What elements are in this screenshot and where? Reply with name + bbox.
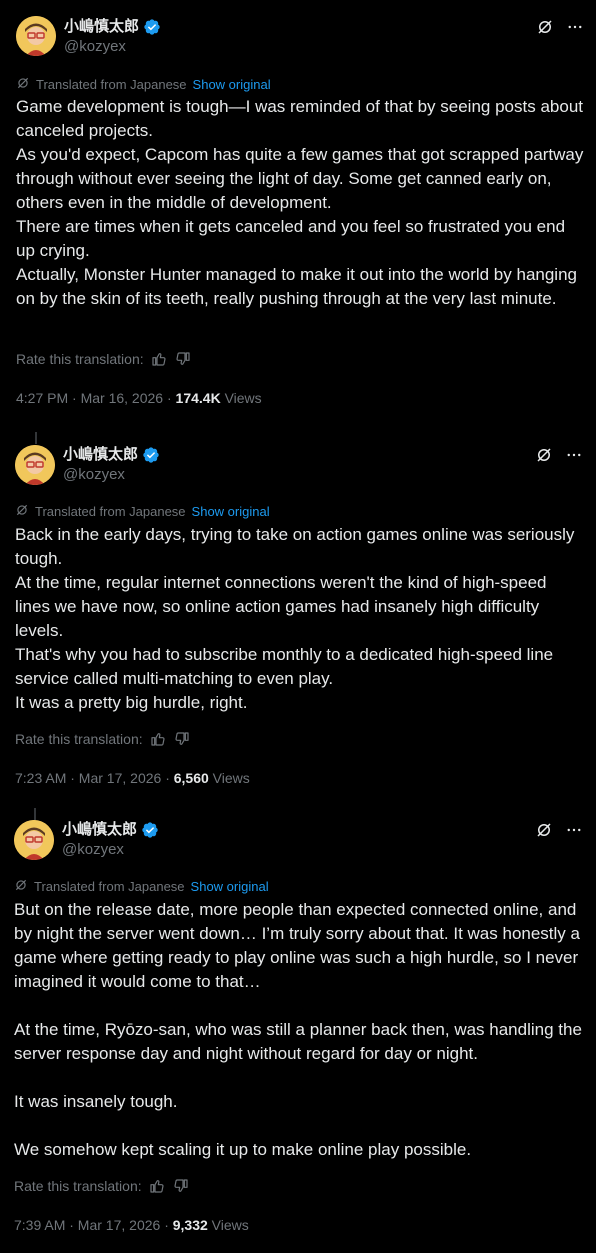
display-name[interactable]: 小嶋慎太郎 xyxy=(63,445,138,465)
translated-label: Translated from Japanese xyxy=(35,504,186,519)
handle[interactable]: @kozyex xyxy=(64,37,126,57)
views-label: Views xyxy=(208,770,250,786)
thumbs-up-icon[interactable] xyxy=(148,1177,166,1195)
tweet-paragraph: Back in the early days, trying to take o… xyxy=(15,525,575,568)
thumbs-up-icon[interactable] xyxy=(149,730,167,748)
avatar[interactable] xyxy=(15,445,55,485)
views-label: Views xyxy=(220,390,262,406)
thumbs-down-icon[interactable] xyxy=(172,1177,190,1195)
tweet-paragraph: As you'd expect, Capcom has quite a few … xyxy=(16,145,584,212)
handle[interactable]: @kozyex xyxy=(62,840,124,860)
display-name[interactable]: 小嶋慎太郎 xyxy=(62,820,137,840)
tweet-text: But on the release date, more people tha… xyxy=(14,898,584,1162)
grok-icon[interactable] xyxy=(535,821,553,839)
more-icon[interactable] xyxy=(565,446,583,464)
views-count: 174.4K xyxy=(175,390,221,406)
timestamp[interactable]: 7:23 AM · Mar 17, 2026 · xyxy=(15,770,174,786)
translate-icon xyxy=(15,503,29,521)
tweet-1[interactable]: 小嶋慎太郎 @kozyex Translated from Japanese S… xyxy=(0,0,596,430)
tweet-text: Back in the early days, trying to take o… xyxy=(15,523,585,715)
views-count: 6,560 xyxy=(173,770,209,786)
translated-label: Translated from Japanese xyxy=(36,77,187,92)
timestamp[interactable]: 4:27 PM · Mar 16, 2026 · xyxy=(16,390,176,406)
tweet-paragraph: But on the release date, more people tha… xyxy=(14,900,580,991)
grok-icon[interactable] xyxy=(536,18,554,36)
tweet-paragraph-spacer xyxy=(14,1066,584,1090)
translate-icon xyxy=(16,76,30,94)
more-icon[interactable] xyxy=(566,18,584,36)
display-name[interactable]: 小嶋慎太郎 xyxy=(64,17,139,37)
thumbs-down-icon[interactable] xyxy=(173,730,191,748)
avatar[interactable] xyxy=(14,820,54,860)
more-icon[interactable] xyxy=(565,821,583,839)
tweet-paragraph: It was insanely tough. xyxy=(14,1092,178,1111)
show-original-link[interactable]: Show original xyxy=(192,504,270,520)
translated-label: Translated from Japanese xyxy=(34,879,185,894)
tweet-paragraph: It was a pretty big hurdle, right. xyxy=(15,693,248,712)
tweet-2[interactable]: 小嶋慎太郎 @kozyex Translated from Japanese S… xyxy=(0,430,596,810)
tweet-meta[interactable]: 7:23 AM · Mar 17, 2026 · 6,560 Views xyxy=(15,769,250,787)
handle[interactable]: @kozyex xyxy=(63,465,125,485)
rate-translation-label: Rate this translation: xyxy=(16,351,144,367)
tweet-paragraph-spacer xyxy=(14,994,584,1018)
show-original-link[interactable]: Show original xyxy=(193,77,271,93)
thumbs-down-icon[interactable] xyxy=(174,350,192,368)
tweet-meta[interactable]: 4:27 PM · Mar 16, 2026 · 174.4K Views xyxy=(16,389,262,407)
show-original-link[interactable]: Show original xyxy=(191,879,269,895)
translate-icon xyxy=(14,878,28,896)
tweet-paragraph: Actually, Monster Hunter managed to make… xyxy=(16,265,577,308)
tweet-paragraph: That's why you had to subscribe monthly … xyxy=(15,645,554,688)
views-label: Views xyxy=(207,1217,249,1233)
verified-badge-icon xyxy=(141,821,159,839)
thumbs-up-icon[interactable] xyxy=(150,350,168,368)
tweet-paragraph: We somehow kept scaling it up to make on… xyxy=(14,1140,472,1159)
avatar[interactable] xyxy=(16,16,56,56)
grok-icon[interactable] xyxy=(535,446,553,464)
tweet-paragraph-spacer xyxy=(14,1114,584,1138)
tweet-text: Game development is tough—I was reminded… xyxy=(16,95,586,311)
tweet-paragraph: Game development is tough—I was reminded… xyxy=(16,97,583,140)
tweet-meta[interactable]: 7:39 AM · Mar 17, 2026 · 9,332 Views xyxy=(14,1216,249,1234)
tweet-paragraph: There are times when it gets canceled an… xyxy=(16,217,566,260)
tweet-3[interactable]: 小嶋慎太郎 @kozyex Translated from Japanese S… xyxy=(0,805,596,1253)
timestamp[interactable]: 7:39 AM · Mar 17, 2026 · xyxy=(14,1217,173,1233)
verified-badge-icon xyxy=(143,18,161,36)
rate-translation-label: Rate this translation: xyxy=(15,731,143,747)
views-count: 9,332 xyxy=(172,1217,208,1233)
tweet-paragraph: At the time, Ryōzo-san, who was still a … xyxy=(14,1020,582,1063)
verified-badge-icon xyxy=(142,446,160,464)
tweet-paragraph: At the time, regular internet connection… xyxy=(15,573,547,640)
rate-translation-label: Rate this translation: xyxy=(14,1178,142,1194)
